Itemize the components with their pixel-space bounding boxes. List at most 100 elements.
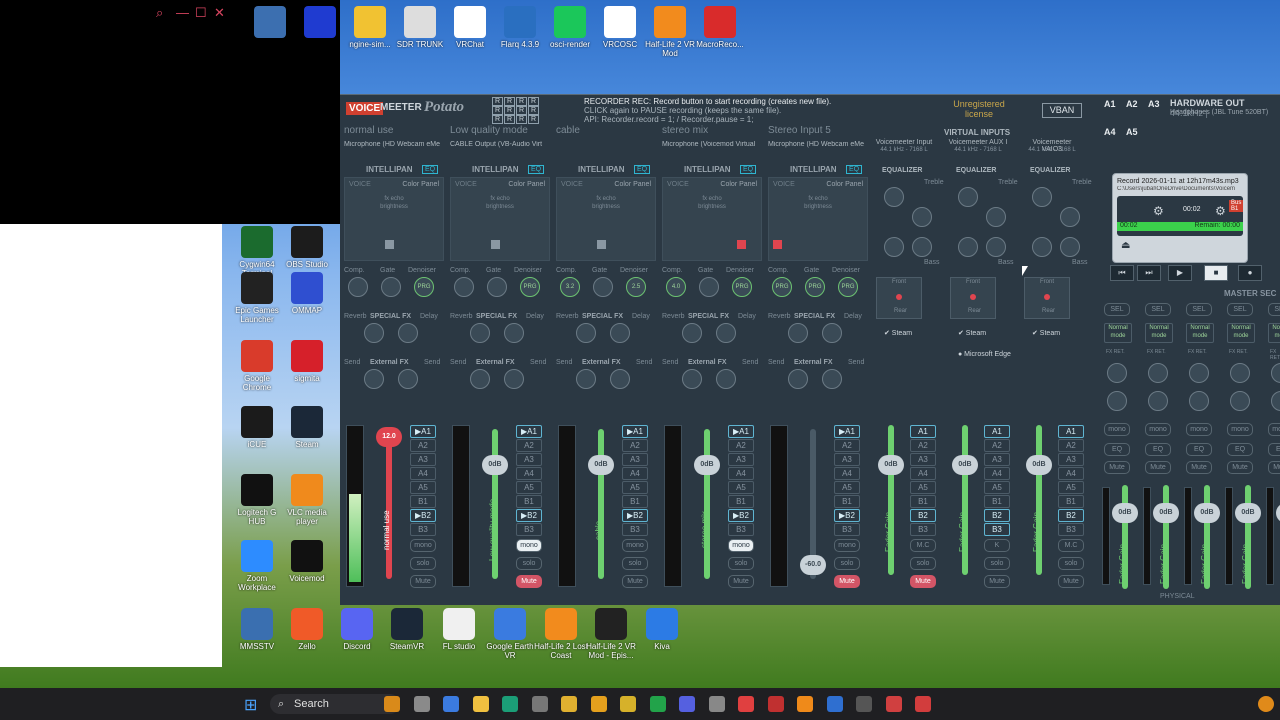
desktop-icon[interactable]: Google Earth VR bbox=[482, 608, 538, 660]
desktop-icon[interactable]: Flarq 4.3.9 bbox=[492, 6, 548, 49]
mono-button[interactable]: mono bbox=[1268, 423, 1280, 436]
bus-a1-button[interactable]: A1 bbox=[910, 425, 936, 438]
bus-a2-button[interactable]: A2 bbox=[516, 439, 542, 452]
mono-button[interactable]: mono bbox=[728, 539, 754, 552]
bus-a2-button[interactable]: A2 bbox=[410, 439, 436, 452]
solo-button[interactable]: solo bbox=[410, 557, 436, 570]
bus-b3-button[interactable]: B3 bbox=[984, 523, 1010, 536]
bus-a5-button[interactable]: A5 bbox=[622, 481, 648, 494]
delay-knob[interactable] bbox=[822, 323, 842, 343]
desktop-icon[interactable]: VRCOSC bbox=[592, 6, 648, 49]
bus-a2-button[interactable]: A2 bbox=[984, 439, 1010, 452]
send-knob[interactable] bbox=[788, 369, 808, 389]
bus-b3-button[interactable]: B3 bbox=[834, 523, 860, 536]
bus-a3-button[interactable]: A3 bbox=[834, 453, 860, 466]
send-knob[interactable] bbox=[610, 369, 630, 389]
bus-a4-button[interactable]: A4 bbox=[834, 467, 860, 480]
output-a5-button[interactable]: A5 bbox=[1126, 127, 1138, 137]
record-button[interactable]: ● bbox=[1238, 265, 1262, 281]
maximize-button[interactable]: ☐ bbox=[195, 5, 207, 21]
rec-mode-button[interactable]: R bbox=[528, 106, 539, 115]
search-icon[interactable]: ⌕ bbox=[156, 5, 163, 21]
rewind-button[interactable]: ⏮ bbox=[1110, 265, 1134, 281]
bus-b2-button[interactable]: B2 bbox=[1058, 509, 1084, 522]
bus-a2-button[interactable]: A2 bbox=[1058, 439, 1084, 452]
desktop-icon[interactable]: Zoom Workplace bbox=[229, 540, 285, 592]
strip-device[interactable]: Microphone (HD Webcam eMe bbox=[768, 141, 870, 148]
pan-pad[interactable]: Front Rear bbox=[1024, 277, 1070, 319]
mute-button[interactable]: Mute bbox=[1227, 461, 1253, 474]
bus-a4-button[interactable]: A4 bbox=[516, 467, 542, 480]
taskbar-app-icon[interactable] bbox=[561, 696, 577, 712]
rec-mode-button[interactable]: R bbox=[492, 97, 503, 106]
bus-b2-button[interactable]: B2 bbox=[984, 509, 1010, 522]
taskbar-app-icon[interactable] bbox=[708, 696, 725, 712]
desktop-icon[interactable] bbox=[242, 6, 298, 40]
desktop-icon[interactable]: Half-Life 2 VR Mod - Epis... bbox=[583, 608, 639, 660]
desktop-icon[interactable]: Cygwin64 Terminal bbox=[229, 226, 285, 278]
app-steam[interactable]: ✔ Steam bbox=[884, 329, 912, 337]
bus-a3-button[interactable]: A3 bbox=[622, 453, 648, 466]
bus-a5-button[interactable]: A5 bbox=[984, 481, 1010, 494]
bus-b2-button[interactable]: ▶B2 bbox=[834, 509, 860, 522]
master-knob[interactable] bbox=[1107, 363, 1127, 383]
bus-b1-button[interactable]: B1 bbox=[1058, 495, 1084, 508]
eq-knob[interactable] bbox=[884, 187, 904, 207]
intellipan-panel[interactable]: VOICE Color Panel fx echo brightness bbox=[768, 177, 868, 261]
pan-cursor[interactable] bbox=[491, 240, 500, 249]
taskbar-app-icon[interactable] bbox=[649, 696, 666, 712]
eq-knob[interactable] bbox=[958, 237, 978, 257]
knob[interactable]: PRG bbox=[520, 277, 540, 297]
bus-a3-button[interactable]: A3 bbox=[728, 453, 754, 466]
bus-b1-button[interactable]: B1 bbox=[984, 495, 1010, 508]
desktop-icon[interactable]: MacroReco... bbox=[692, 6, 748, 49]
bus-a2-button[interactable]: A2 bbox=[728, 439, 754, 452]
strip-title[interactable]: cable bbox=[556, 125, 658, 136]
eq-button[interactable]: EQ bbox=[1186, 443, 1212, 456]
strip-device[interactable]: Microphone (HD Webcam eMe bbox=[344, 141, 446, 148]
hardware-out-device[interactable]: Headphones (JBL Tune 520BT) bbox=[1170, 109, 1268, 116]
bus-b3-button[interactable]: B3 bbox=[1058, 523, 1084, 536]
eq-knob[interactable] bbox=[986, 237, 1006, 257]
send-knob[interactable] bbox=[398, 369, 418, 389]
mono-button[interactable]: mono bbox=[1186, 423, 1212, 436]
desktop-icon[interactable]: VRChat bbox=[442, 6, 498, 49]
play-button[interactable]: ▶ bbox=[1168, 265, 1192, 281]
mode-button[interactable]: Normal mode bbox=[1186, 323, 1214, 343]
rec-mode-button[interactable]: R bbox=[492, 115, 503, 124]
eq-knob[interactable] bbox=[1060, 207, 1080, 227]
delay-knob[interactable] bbox=[504, 323, 524, 343]
fader-cap[interactable]: 0dB bbox=[1153, 503, 1179, 523]
mute-button[interactable]: Mute bbox=[622, 575, 648, 588]
taskbar-app-icon[interactable] bbox=[915, 696, 931, 712]
desktop-icon[interactable]: Voicemod bbox=[279, 540, 335, 583]
bus-a2-button[interactable]: A2 bbox=[622, 439, 648, 452]
mute-button[interactable]: Mute bbox=[1186, 461, 1212, 474]
master-knob[interactable] bbox=[1148, 391, 1168, 411]
send-knob[interactable] bbox=[716, 369, 736, 389]
desktop-icon[interactable]: Zello bbox=[279, 608, 335, 651]
fader-cap[interactable]: 0dB bbox=[952, 455, 978, 475]
bus-b2-button[interactable]: ▶B2 bbox=[622, 509, 648, 522]
mono-button[interactable]: mono bbox=[834, 539, 860, 552]
mute-button[interactable]: Mute bbox=[1104, 461, 1130, 474]
mute-button[interactable]: Mute bbox=[1268, 461, 1280, 474]
bus-b3-button[interactable]: B3 bbox=[516, 523, 542, 536]
rec-mode-button[interactable]: R bbox=[504, 97, 515, 106]
pan-cursor[interactable] bbox=[597, 240, 606, 249]
desktop-icon[interactable]: OMMAP bbox=[279, 272, 335, 315]
rec-mode-button[interactable]: R bbox=[528, 97, 539, 106]
bus-a5-button[interactable]: A5 bbox=[834, 481, 860, 494]
bus-b2-button[interactable]: B2 bbox=[910, 509, 936, 522]
eq-knob[interactable] bbox=[1032, 237, 1052, 257]
bus-b1-button[interactable]: B1 bbox=[516, 495, 542, 508]
desktop-icon[interactable]: ngine-sim... bbox=[342, 6, 398, 49]
eq-button[interactable]: EQ bbox=[740, 165, 757, 174]
bus-a5-button[interactable]: A5 bbox=[410, 481, 436, 494]
mode-button[interactable]: Normal mode bbox=[1104, 323, 1132, 343]
eq-button[interactable]: EQ bbox=[422, 165, 439, 174]
stop-button[interactable]: ■ bbox=[1204, 265, 1228, 281]
send-knob[interactable] bbox=[682, 369, 702, 389]
mute-button[interactable]: Mute bbox=[410, 575, 436, 588]
virtual-strip-name[interactable]: Voicemeeter AUX I bbox=[948, 139, 1008, 146]
